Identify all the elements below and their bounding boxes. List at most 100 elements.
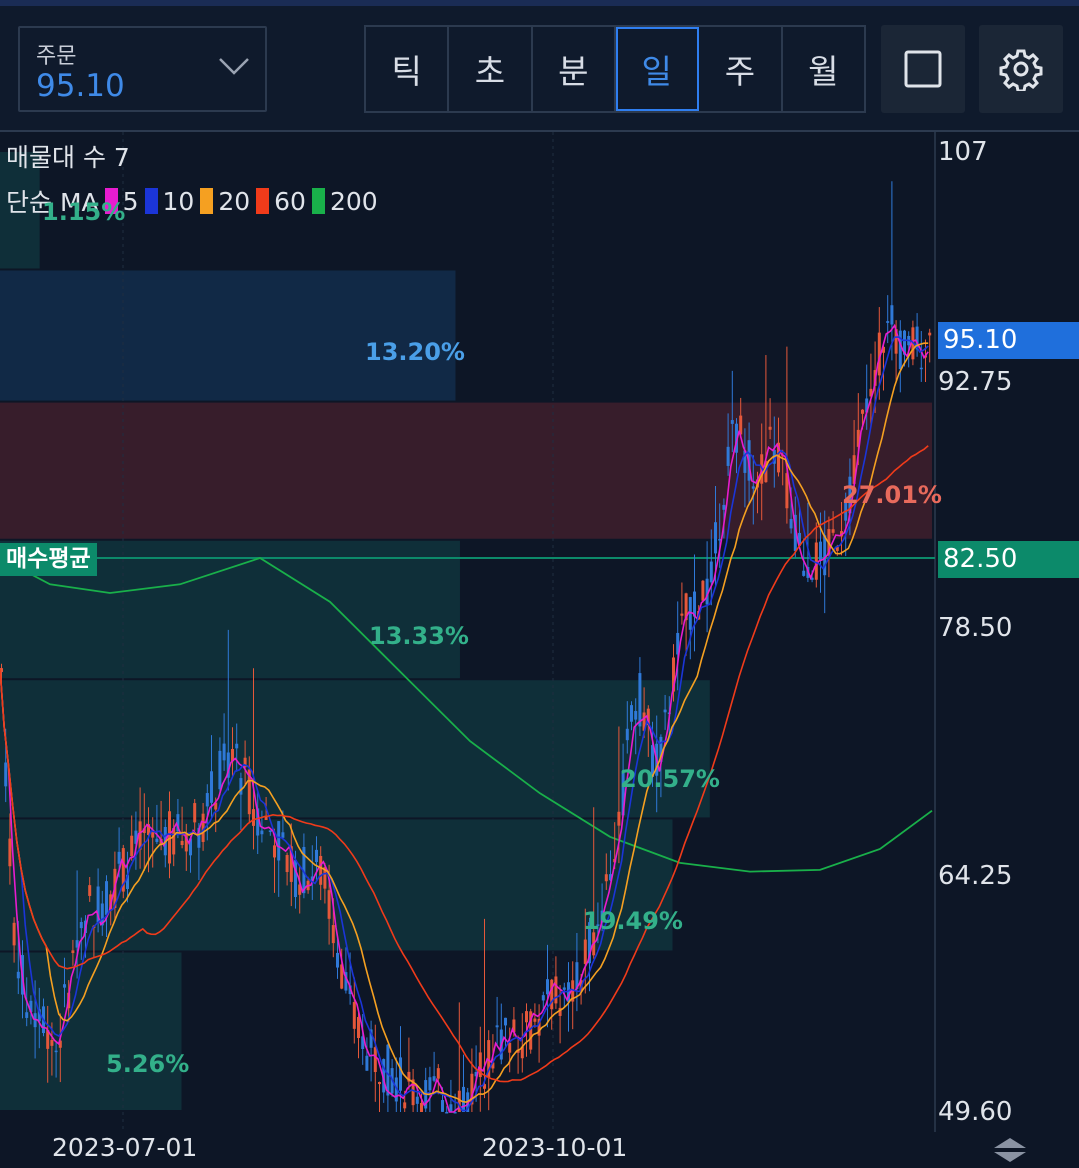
vp-pct-label: 19.49%	[583, 907, 683, 935]
candle-body	[441, 1100, 444, 1112]
volume-profile-bar	[0, 270, 456, 401]
candle-body	[554, 976, 558, 1004]
vp-pct-label: 1.15%	[42, 198, 126, 226]
candle-body	[541, 995, 545, 1001]
candle-body	[260, 830, 264, 835]
candle-body	[630, 705, 633, 722]
price-chart[interactable]	[0, 132, 1079, 1168]
candle-body	[378, 1082, 381, 1085]
vp-pct-label: 13.20%	[365, 338, 465, 366]
candle-body	[415, 1096, 419, 1104]
ma200-swatch	[311, 188, 325, 214]
candle-body	[680, 613, 684, 616]
tab-day[interactable]: 일	[615, 27, 700, 111]
candle-body	[218, 750, 222, 790]
candle-body	[886, 321, 890, 323]
gear-icon	[999, 49, 1043, 91]
candle-body	[63, 984, 66, 988]
tab-tick[interactable]: 틱	[366, 27, 450, 111]
candle-body	[928, 332, 932, 336]
vp-pct-label: 20.57%	[620, 765, 720, 793]
candle-body	[546, 979, 549, 995]
scroll-arrows-icon[interactable]	[990, 1136, 1030, 1164]
candle-body	[239, 778, 243, 795]
candle-body	[751, 486, 755, 489]
candle-body	[638, 673, 642, 727]
candle-body	[386, 1044, 390, 1096]
candle-body	[8, 838, 12, 867]
volume-profile-bar	[0, 402, 932, 539]
ma10-swatch	[144, 188, 158, 214]
tab-week[interactable]: 주	[699, 27, 783, 111]
candle-body	[701, 580, 705, 601]
tab-second[interactable]: 초	[449, 27, 533, 111]
tab-month[interactable]: 월	[783, 27, 864, 111]
candle-body	[919, 367, 923, 370]
volume-profile-bar	[0, 952, 182, 1110]
ma60-label: 60	[274, 186, 306, 216]
order-price-select[interactable]: 주문 95.10	[18, 26, 267, 112]
ma200-label: 200	[329, 186, 378, 216]
candle-body	[79, 922, 83, 929]
candle-body	[819, 541, 822, 561]
vp-pct-label: 27.01%	[842, 481, 942, 509]
candle-body	[315, 849, 318, 863]
ma20-swatch	[200, 188, 214, 214]
ma10-label: 10	[162, 186, 195, 216]
settings-button[interactable]	[979, 25, 1063, 113]
candle-body	[508, 1042, 512, 1053]
candle-body	[54, 1050, 58, 1053]
candle-body	[462, 1086, 465, 1112]
candle-body	[890, 305, 894, 325]
candle-body	[331, 925, 335, 944]
ma60-swatch	[256, 188, 270, 214]
candle-body	[533, 1018, 537, 1022]
ma20-label: 20	[218, 186, 251, 216]
candle-body	[273, 845, 276, 858]
candle-body	[604, 874, 608, 882]
tab-minute[interactable]: 분	[533, 27, 616, 111]
candle-body	[285, 855, 289, 873]
date-axis-label: 2023-10-01	[482, 1133, 628, 1162]
order-value: 95.10	[36, 68, 125, 104]
current-price-tag: 95.10	[938, 322, 1079, 359]
candle-body	[252, 809, 255, 826]
average-price-tag: 82.50	[938, 541, 1079, 578]
candle-body	[714, 522, 717, 554]
candle-body	[495, 1025, 499, 1028]
candle-body	[726, 446, 730, 466]
average-price-label: 매수평균	[0, 543, 97, 576]
order-label: 주문	[36, 44, 77, 69]
candle-body	[71, 950, 75, 954]
period-tabs: 틱 초 분 일 주 월	[364, 25, 866, 113]
fullscreen-button[interactable]	[881, 25, 965, 113]
candle-body	[327, 890, 331, 919]
vp-pct-label: 5.26%	[106, 1050, 190, 1078]
candle-body	[373, 1047, 377, 1073]
candle-body	[50, 1040, 54, 1046]
candle-body	[730, 420, 734, 424]
candle-body	[625, 728, 629, 741]
candle-body	[210, 771, 213, 803]
candle-body	[432, 1076, 436, 1081]
candle-body	[319, 855, 323, 885]
candle-body	[525, 1011, 528, 1023]
candle-body	[193, 803, 197, 823]
candle-body	[617, 811, 621, 826]
candle-body	[861, 409, 864, 414]
volume-profile-bar	[0, 680, 710, 818]
chevron-down-icon	[219, 58, 249, 75]
volume-profile-legend: 매물대 수 7	[6, 143, 130, 172]
candle-body	[663, 709, 667, 713]
candle-body	[130, 835, 134, 857]
candle-body	[399, 1057, 402, 1091]
vp-pct-label: 13.33%	[369, 622, 469, 650]
price-axis-label: 64.25	[938, 861, 1013, 891]
chart-toolbar: 주문 95.10 틱 초 분 일 주 월	[0, 6, 1079, 131]
candle-body	[336, 952, 339, 968]
candle-body	[117, 851, 121, 864]
candle-body	[634, 711, 638, 720]
candle-body	[428, 1077, 432, 1091]
candle-body	[504, 1017, 507, 1026]
candle-body	[180, 840, 184, 845]
